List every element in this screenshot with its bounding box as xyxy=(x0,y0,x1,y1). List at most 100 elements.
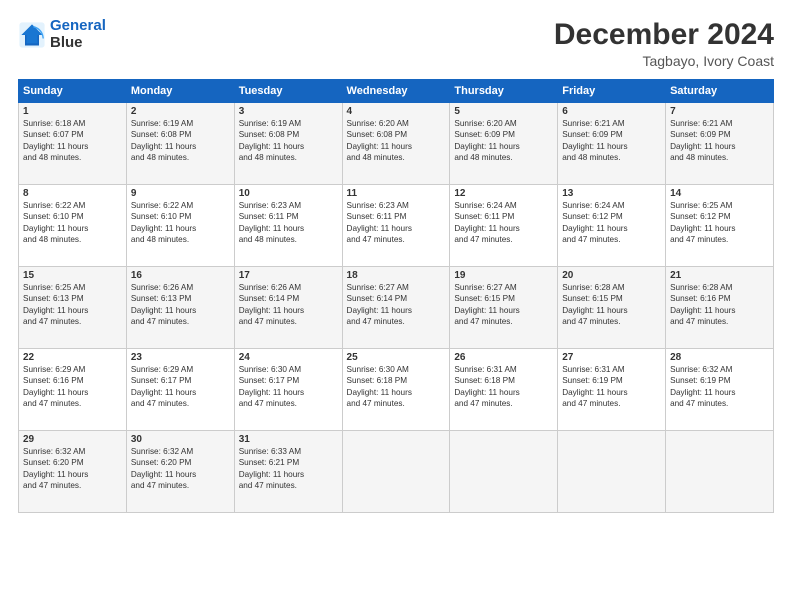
calendar-header-friday: Friday xyxy=(558,80,666,103)
calendar-cell: 2 Sunrise: 6:19 AMSunset: 6:08 PMDayligh… xyxy=(126,103,234,185)
day-number: 26 xyxy=(454,352,553,363)
day-number: 27 xyxy=(562,352,661,363)
calendar-cell xyxy=(558,431,666,513)
day-info: Sunrise: 6:19 AMSunset: 6:08 PMDaylight:… xyxy=(131,119,196,162)
calendar-cell: 15 Sunrise: 6:25 AMSunset: 6:13 PMDaylig… xyxy=(19,267,127,349)
day-info: Sunrise: 6:29 AMSunset: 6:17 PMDaylight:… xyxy=(131,365,196,408)
day-number: 1 xyxy=(23,106,122,117)
day-number: 9 xyxy=(131,188,230,199)
calendar-cell: 4 Sunrise: 6:20 AMSunset: 6:08 PMDayligh… xyxy=(342,103,450,185)
day-info: Sunrise: 6:28 AMSunset: 6:15 PMDaylight:… xyxy=(562,283,627,326)
logo: General Blue xyxy=(18,18,106,51)
subtitle: Tagbayo, Ivory Coast xyxy=(554,53,774,69)
day-info: Sunrise: 6:24 AMSunset: 6:12 PMDaylight:… xyxy=(562,201,627,244)
day-number: 11 xyxy=(347,188,446,199)
day-number: 20 xyxy=(562,270,661,281)
calendar-cell: 11 Sunrise: 6:23 AMSunset: 6:11 PMDaylig… xyxy=(342,185,450,267)
day-info: Sunrise: 6:22 AMSunset: 6:10 PMDaylight:… xyxy=(131,201,196,244)
day-info: Sunrise: 6:22 AMSunset: 6:10 PMDaylight:… xyxy=(23,201,88,244)
calendar-cell: 10 Sunrise: 6:23 AMSunset: 6:11 PMDaylig… xyxy=(234,185,342,267)
header: General Blue December 2024 Tagbayo, Ivor… xyxy=(18,18,774,69)
logo-icon xyxy=(18,21,46,49)
calendar-cell: 9 Sunrise: 6:22 AMSunset: 6:10 PMDayligh… xyxy=(126,185,234,267)
day-info: Sunrise: 6:31 AMSunset: 6:19 PMDaylight:… xyxy=(562,365,627,408)
day-number: 13 xyxy=(562,188,661,199)
logo-line1: General xyxy=(50,17,106,34)
day-info: Sunrise: 6:30 AMSunset: 6:18 PMDaylight:… xyxy=(347,365,412,408)
calendar-week-row: 8 Sunrise: 6:22 AMSunset: 6:10 PMDayligh… xyxy=(19,185,774,267)
day-info: Sunrise: 6:27 AMSunset: 6:14 PMDaylight:… xyxy=(347,283,412,326)
day-info: Sunrise: 6:31 AMSunset: 6:18 PMDaylight:… xyxy=(454,365,519,408)
calendar-cell: 24 Sunrise: 6:30 AMSunset: 6:17 PMDaylig… xyxy=(234,349,342,431)
calendar-cell: 19 Sunrise: 6:27 AMSunset: 6:15 PMDaylig… xyxy=(450,267,558,349)
calendar-cell: 7 Sunrise: 6:21 AMSunset: 6:09 PMDayligh… xyxy=(666,103,774,185)
day-info: Sunrise: 6:19 AMSunset: 6:08 PMDaylight:… xyxy=(239,119,304,162)
day-number: 18 xyxy=(347,270,446,281)
calendar-week-row: 22 Sunrise: 6:29 AMSunset: 6:16 PMDaylig… xyxy=(19,349,774,431)
calendar-cell: 21 Sunrise: 6:28 AMSunset: 6:16 PMDaylig… xyxy=(666,267,774,349)
day-info: Sunrise: 6:32 AMSunset: 6:19 PMDaylight:… xyxy=(670,365,735,408)
day-info: Sunrise: 6:25 AMSunset: 6:13 PMDaylight:… xyxy=(23,283,88,326)
day-number: 31 xyxy=(239,434,338,445)
day-number: 28 xyxy=(670,352,769,363)
calendar-header-monday: Monday xyxy=(126,80,234,103)
day-number: 25 xyxy=(347,352,446,363)
calendar-cell xyxy=(450,431,558,513)
day-info: Sunrise: 6:23 AMSunset: 6:11 PMDaylight:… xyxy=(239,201,304,244)
page: General Blue December 2024 Tagbayo, Ivor… xyxy=(0,0,792,612)
calendar-cell: 31 Sunrise: 6:33 AMSunset: 6:21 PMDaylig… xyxy=(234,431,342,513)
calendar-cell: 13 Sunrise: 6:24 AMSunset: 6:12 PMDaylig… xyxy=(558,185,666,267)
day-info: Sunrise: 6:24 AMSunset: 6:11 PMDaylight:… xyxy=(454,201,519,244)
day-info: Sunrise: 6:27 AMSunset: 6:15 PMDaylight:… xyxy=(454,283,519,326)
day-number: 23 xyxy=(131,352,230,363)
day-info: Sunrise: 6:18 AMSunset: 6:07 PMDaylight:… xyxy=(23,119,88,162)
calendar-cell: 14 Sunrise: 6:25 AMSunset: 6:12 PMDaylig… xyxy=(666,185,774,267)
day-info: Sunrise: 6:30 AMSunset: 6:17 PMDaylight:… xyxy=(239,365,304,408)
calendar-week-row: 1 Sunrise: 6:18 AMSunset: 6:07 PMDayligh… xyxy=(19,103,774,185)
day-info: Sunrise: 6:26 AMSunset: 6:13 PMDaylight:… xyxy=(131,283,196,326)
day-info: Sunrise: 6:29 AMSunset: 6:16 PMDaylight:… xyxy=(23,365,88,408)
calendar-cell: 28 Sunrise: 6:32 AMSunset: 6:19 PMDaylig… xyxy=(666,349,774,431)
calendar-header-tuesday: Tuesday xyxy=(234,80,342,103)
calendar-cell: 17 Sunrise: 6:26 AMSunset: 6:14 PMDaylig… xyxy=(234,267,342,349)
day-number: 29 xyxy=(23,434,122,445)
day-number: 5 xyxy=(454,106,553,117)
day-info: Sunrise: 6:20 AMSunset: 6:08 PMDaylight:… xyxy=(347,119,412,162)
day-number: 21 xyxy=(670,270,769,281)
calendar-cell: 26 Sunrise: 6:31 AMSunset: 6:18 PMDaylig… xyxy=(450,349,558,431)
day-info: Sunrise: 6:26 AMSunset: 6:14 PMDaylight:… xyxy=(239,283,304,326)
day-info: Sunrise: 6:23 AMSunset: 6:11 PMDaylight:… xyxy=(347,201,412,244)
day-number: 22 xyxy=(23,352,122,363)
logo-line2: Blue xyxy=(50,35,106,52)
day-info: Sunrise: 6:20 AMSunset: 6:09 PMDaylight:… xyxy=(454,119,519,162)
day-number: 19 xyxy=(454,270,553,281)
calendar-cell: 25 Sunrise: 6:30 AMSunset: 6:18 PMDaylig… xyxy=(342,349,450,431)
day-number: 24 xyxy=(239,352,338,363)
title-block: December 2024 Tagbayo, Ivory Coast xyxy=(554,18,774,69)
day-number: 8 xyxy=(23,188,122,199)
day-number: 17 xyxy=(239,270,338,281)
calendar-header-wednesday: Wednesday xyxy=(342,80,450,103)
day-info: Sunrise: 6:32 AMSunset: 6:20 PMDaylight:… xyxy=(23,447,88,490)
calendar-cell: 1 Sunrise: 6:18 AMSunset: 6:07 PMDayligh… xyxy=(19,103,127,185)
calendar-week-row: 29 Sunrise: 6:32 AMSunset: 6:20 PMDaylig… xyxy=(19,431,774,513)
day-info: Sunrise: 6:21 AMSunset: 6:09 PMDaylight:… xyxy=(670,119,735,162)
calendar-cell: 6 Sunrise: 6:21 AMSunset: 6:09 PMDayligh… xyxy=(558,103,666,185)
day-number: 12 xyxy=(454,188,553,199)
day-number: 16 xyxy=(131,270,230,281)
calendar-cell xyxy=(666,431,774,513)
calendar-cell: 27 Sunrise: 6:31 AMSunset: 6:19 PMDaylig… xyxy=(558,349,666,431)
calendar-cell: 12 Sunrise: 6:24 AMSunset: 6:11 PMDaylig… xyxy=(450,185,558,267)
day-number: 3 xyxy=(239,106,338,117)
calendar-cell: 3 Sunrise: 6:19 AMSunset: 6:08 PMDayligh… xyxy=(234,103,342,185)
calendar-cell: 8 Sunrise: 6:22 AMSunset: 6:10 PMDayligh… xyxy=(19,185,127,267)
day-info: Sunrise: 6:32 AMSunset: 6:20 PMDaylight:… xyxy=(131,447,196,490)
calendar-header-sunday: Sunday xyxy=(19,80,127,103)
calendar-cell xyxy=(342,431,450,513)
calendar-cell: 16 Sunrise: 6:26 AMSunset: 6:13 PMDaylig… xyxy=(126,267,234,349)
day-number: 4 xyxy=(347,106,446,117)
calendar-cell: 23 Sunrise: 6:29 AMSunset: 6:17 PMDaylig… xyxy=(126,349,234,431)
calendar: SundayMondayTuesdayWednesdayThursdayFrid… xyxy=(18,79,774,513)
logo-text: General Blue xyxy=(50,18,106,51)
day-info: Sunrise: 6:25 AMSunset: 6:12 PMDaylight:… xyxy=(670,201,735,244)
